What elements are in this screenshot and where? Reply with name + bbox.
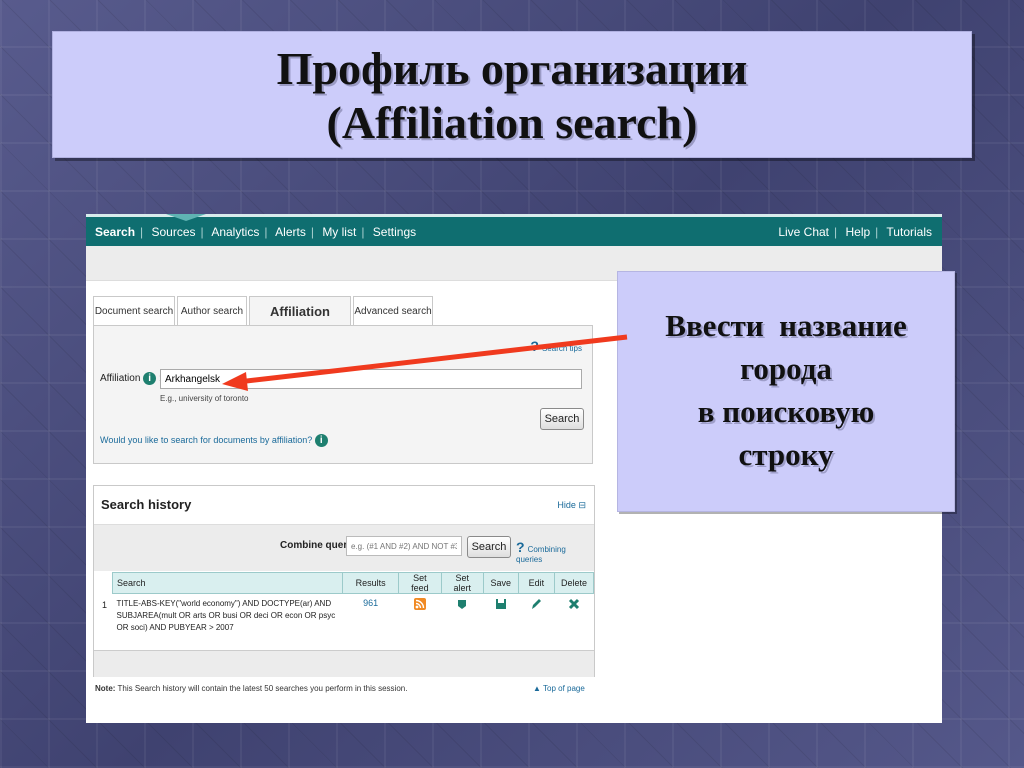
col-set-feed: Set feed bbox=[398, 572, 442, 594]
callout-line: города bbox=[740, 351, 832, 386]
info-icon[interactable]: i bbox=[143, 372, 157, 385]
col-delete: Delete bbox=[554, 572, 594, 594]
nav-tutorials[interactable]: Tutorials bbox=[886, 225, 932, 239]
callout-line: Ввести название bbox=[665, 308, 907, 343]
top-navigation: Search | Sources | Analytics | Alerts | My l… bbox=[86, 214, 942, 246]
affiliation-example: E.g., university of toronto bbox=[160, 394, 249, 403]
nav-right-group: Live Chat | Help | Tutorials bbox=[778, 225, 932, 239]
row-number: 1 bbox=[102, 600, 108, 610]
search-history-panel: Search history Hide ⊟ Combine queries Se… bbox=[93, 485, 595, 677]
results-count-link[interactable]: 961 bbox=[363, 598, 378, 608]
hide-history-link[interactable]: Hide ⊟ bbox=[557, 500, 586, 511]
col-results: Results bbox=[341, 572, 400, 594]
col-edit: Edit bbox=[517, 572, 556, 594]
callout-line: строку bbox=[738, 437, 834, 472]
combine-search-button[interactable]: Search bbox=[467, 536, 511, 558]
rss-feed-icon[interactable] bbox=[399, 594, 441, 639]
nav-alerts[interactable]: Alerts bbox=[275, 225, 306, 239]
history-footer-bar bbox=[94, 650, 594, 677]
top-of-page-link[interactable]: ▲ Top of page bbox=[533, 684, 585, 693]
combining-queries-help[interactable]: ? Combining queries bbox=[516, 539, 594, 564]
combine-queries-input[interactable] bbox=[346, 536, 462, 556]
affiliation-input[interactable] bbox=[160, 369, 582, 389]
nav-left-group: Search | Sources | Analytics | Alerts | My l… bbox=[95, 225, 417, 239]
question-icon: ? bbox=[530, 338, 539, 354]
affiliation-search-panel: ?Search tips Affiliation i : E.g., unive… bbox=[93, 325, 593, 464]
query-text: TITLE-ABS-KEY("world economy") AND DOCTY… bbox=[116, 599, 336, 632]
affiliation-search-button[interactable]: Search bbox=[540, 408, 584, 430]
nav-live-chat[interactable]: Live Chat bbox=[778, 225, 829, 239]
slide-title-line-1: Профиль организации bbox=[276, 43, 748, 94]
tab-author-search[interactable]: Author search bbox=[177, 296, 247, 326]
active-tab-notch bbox=[166, 214, 206, 221]
instruction-callout: Ввести название города в поисковую строк… bbox=[617, 271, 955, 512]
col-save: Save bbox=[482, 572, 519, 594]
tab-document-search[interactable]: Document search bbox=[93, 296, 175, 326]
col-search: Search bbox=[112, 572, 343, 594]
collapse-icon: ⊟ bbox=[578, 500, 586, 510]
table-row: TITLE-ABS-KEY("world economy") AND DOCTY… bbox=[113, 594, 594, 639]
search-tips-link[interactable]: ? Search tips bbox=[530, 338, 582, 354]
slide-title-line-2: (Affiliation search) bbox=[326, 97, 698, 148]
tab-advanced-search[interactable]: Advanced search bbox=[353, 296, 433, 326]
col-set-alert: Set alert bbox=[440, 572, 484, 594]
combine-queries-bar: Combine queries Search ?Combining querie… bbox=[94, 524, 594, 571]
search-history-table: Search Results Set feed Set alert Save E… bbox=[112, 572, 594, 638]
nav-help[interactable]: Help bbox=[845, 225, 870, 239]
callout-line: в поисковую bbox=[697, 394, 875, 429]
affiliation-label: Affiliation i : bbox=[100, 372, 162, 385]
search-history-title: Search history bbox=[101, 497, 192, 512]
alert-bell-icon[interactable] bbox=[441, 594, 483, 639]
info-icon: i bbox=[314, 434, 328, 447]
slide-title: Профиль организации (Affiliation search) bbox=[52, 31, 972, 158]
save-disk-icon[interactable] bbox=[483, 594, 518, 639]
tab-affiliation-search[interactable]: Affiliation search bbox=[249, 296, 351, 349]
question-icon: ? bbox=[516, 539, 525, 555]
search-docs-by-affiliation-link[interactable]: Would you like to search for documents b… bbox=[100, 434, 328, 447]
nav-settings[interactable]: Settings bbox=[373, 225, 416, 239]
nav-my-list[interactable]: My list bbox=[322, 225, 356, 239]
nav-analytics[interactable]: Analytics bbox=[211, 225, 259, 239]
edit-pencil-icon[interactable] bbox=[518, 594, 554, 639]
up-triangle-icon: ▲ bbox=[533, 684, 541, 693]
nav-sources[interactable]: Sources bbox=[152, 225, 196, 239]
nav-search[interactable]: Search bbox=[95, 225, 135, 239]
history-note: Note: This Search history will contain t… bbox=[95, 684, 408, 693]
delete-x-icon[interactable] bbox=[555, 594, 594, 639]
